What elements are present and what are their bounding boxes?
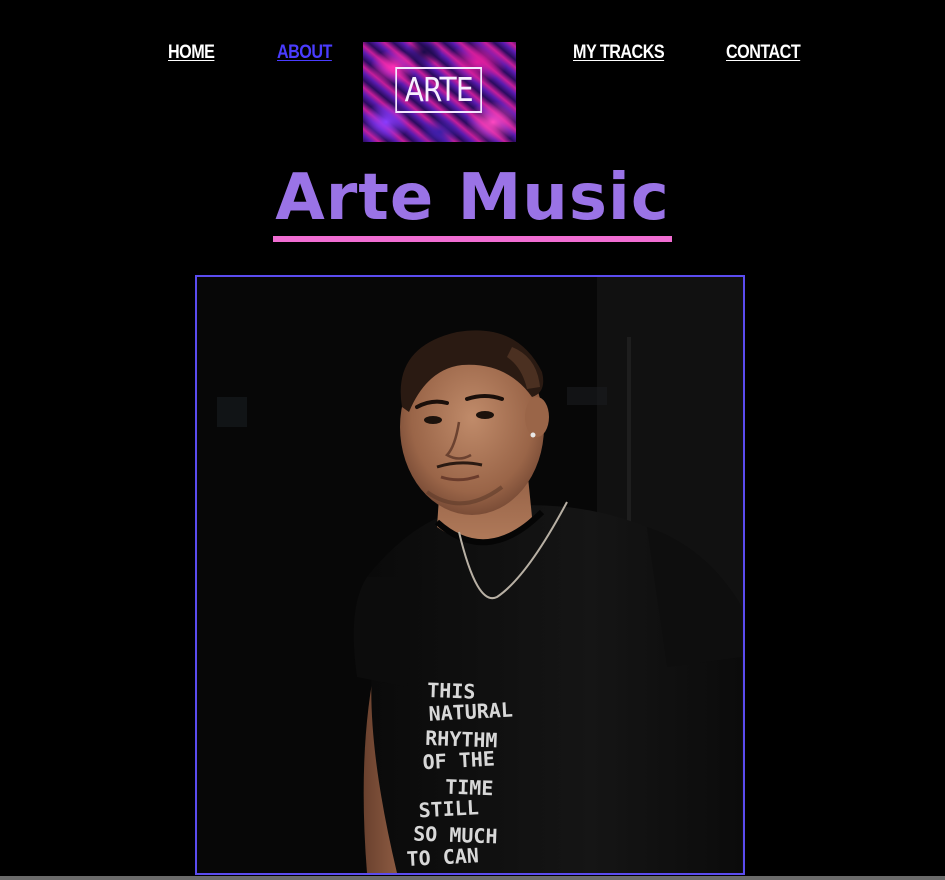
page-title: Arte Music <box>273 160 672 242</box>
page: HOME ABOUT ARTE MY TRACKS CONTACT Arte M… <box>0 0 945 880</box>
bottom-edge <box>0 876 945 880</box>
nav-my-tracks-link[interactable]: MY TRACKS <box>573 42 665 64</box>
main-nav: HOME ABOUT ARTE MY TRACKS CONTACT <box>0 0 945 142</box>
artist-photo-illustration: THISNATURALRHYTHMOF THETIMESTILLSO MUCHT… <box>197 277 743 873</box>
site-logo[interactable]: ARTE <box>363 42 516 142</box>
shirt-print-line: NATURAL <box>428 698 513 726</box>
shirt-print-line: TO CAN <box>406 843 479 871</box>
nav-about-link[interactable]: ABOUT <box>277 42 332 64</box>
nav-contact-link[interactable]: CONTACT <box>726 42 801 64</box>
shirt-print-line: STILL <box>418 795 479 822</box>
shirt-print-line: OF THE <box>422 746 495 774</box>
nav-home-link[interactable]: HOME <box>168 42 215 64</box>
logo-text: ARTE <box>404 70 474 109</box>
title-section: Arte Music <box>0 160 945 242</box>
artist-photo: THIS NATURAL RHYTHM OF THE TIME STILL SO MUCH T… <box>195 275 745 875</box>
